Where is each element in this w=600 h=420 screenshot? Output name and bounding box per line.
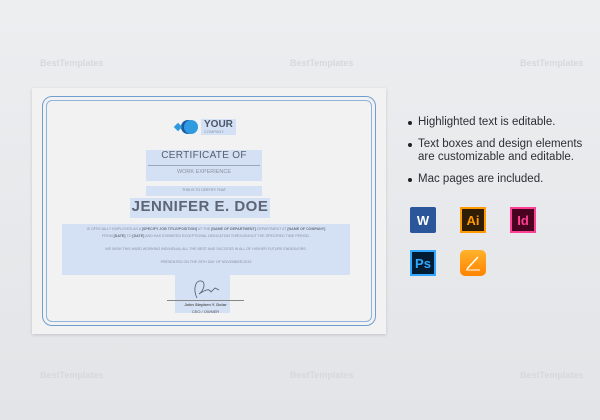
watermark: BestTemplates	[290, 370, 354, 380]
signer-role: CEO / OWNER	[191, 309, 220, 314]
feature-item: Highlighted text is editable.	[408, 116, 598, 129]
logo-circle-icon	[184, 120, 198, 134]
pages-icon	[460, 250, 486, 276]
watermark: BestTemplates	[520, 370, 584, 380]
divider	[148, 165, 260, 166]
certificate-subtitle: WORK EXPERIENCE	[176, 169, 232, 175]
recipient-name: JENNIFER E. DOE	[131, 198, 269, 215]
word-icon: W	[410, 207, 436, 233]
signature-icon	[194, 280, 220, 299]
signature-line	[167, 300, 244, 301]
watermark: BestTemplates	[520, 58, 584, 68]
logo-diamond-icon	[173, 122, 183, 132]
logo-sub: COMPANY	[204, 129, 224, 134]
illustrator-icon: Ai	[460, 207, 486, 233]
certify-text: THIS IS TO CERTIFY THAT	[182, 188, 226, 192]
watermark: BestTemplates	[290, 58, 354, 68]
feature-item: Text boxes and design elements are custo…	[408, 138, 598, 164]
feature-list: Highlighted text is editable. Text boxes…	[408, 116, 598, 195]
watermark: BestTemplates	[40, 58, 104, 68]
company-logo: YOUR COMPANY	[173, 119, 236, 135]
certificate-title: CERTIFICATE OF	[161, 150, 247, 161]
indesign-icon: Id	[510, 207, 536, 233]
certificate-preview: YOUR COMPANY CERTIFICATE OF WORK EXPERIEN…	[32, 88, 386, 334]
signer-name: John Stephen Y. Dolor	[184, 302, 227, 307]
watermark: BestTemplates	[40, 370, 104, 380]
feature-item: Mac pages are included.	[408, 173, 598, 186]
certificate-body: IS OFFICIALLY EMPLOYED AS A [SPECIFY JOB…	[86, 227, 326, 264]
photoshop-icon: Ps	[410, 250, 436, 276]
